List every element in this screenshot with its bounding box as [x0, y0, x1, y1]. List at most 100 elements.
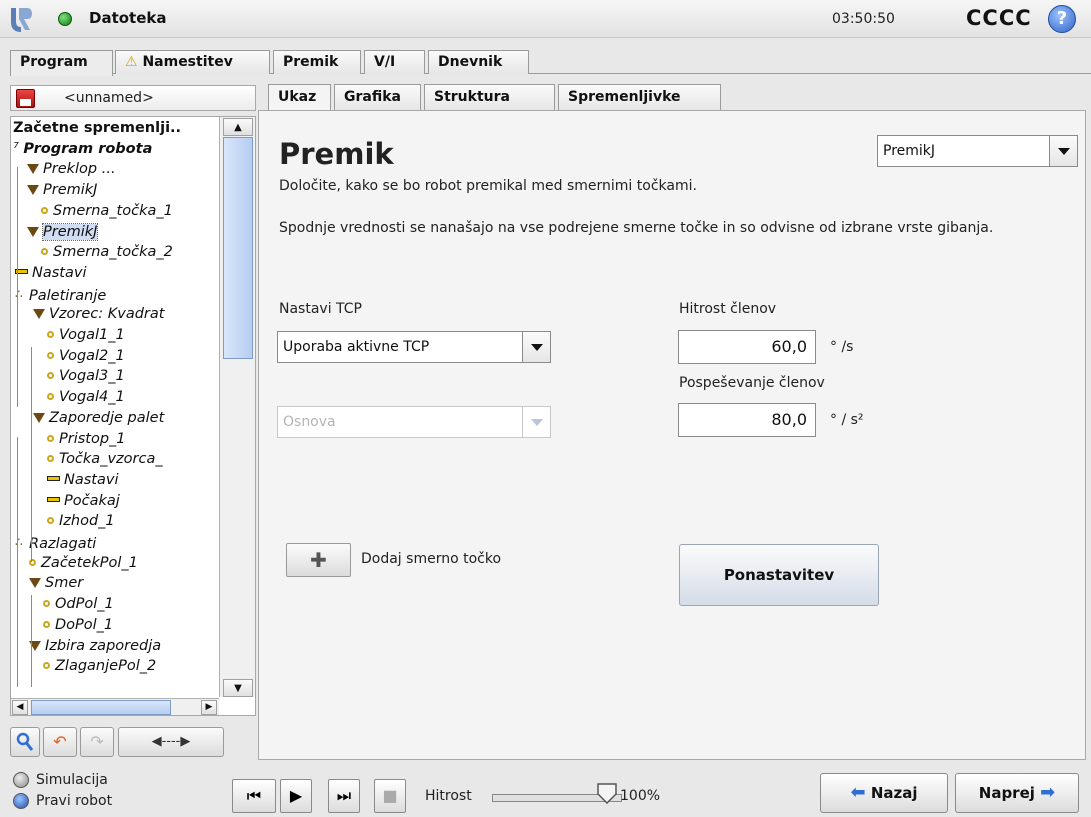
tree-node-label: Nastavi: [64, 471, 119, 488]
tree-node[interactable]: ⁷ Program robota: [13, 139, 152, 159]
search-button[interactable]: [10, 727, 40, 757]
feature-select[interactable]: Osnova: [277, 406, 551, 438]
search-icon: [16, 732, 34, 751]
tree-node[interactable]: Izhod_1: [47, 511, 115, 531]
tree-node-label: Preklop ...: [43, 161, 116, 178]
scroll-left-icon[interactable]: ◀: [12, 700, 28, 715]
tree-node[interactable]: Zaporedje palet: [33, 408, 164, 428]
save-icon[interactable]: [16, 89, 35, 108]
waypoint-icon: [47, 372, 54, 380]
tree-node-label: PremikJ: [41, 222, 99, 241]
tab-log[interactable]: Dnevnik: [428, 50, 529, 74]
next-button[interactable]: Naprej ➡: [955, 773, 1079, 813]
folder-triangle-icon: [33, 309, 45, 320]
tree-node-label: Smerna_točka_1: [53, 202, 173, 219]
subtab-command[interactable]: Ukaz: [268, 84, 331, 112]
tab-move-label: Premik: [283, 54, 339, 70]
tree-node[interactable]: ∴ Razlagati: [15, 532, 96, 552]
subtab-variables-label: Spremenljivke: [568, 89, 681, 105]
joint-accel-unit: ° / s²: [830, 412, 864, 428]
rewind-button[interactable]: ⏮: [232, 779, 276, 813]
add-waypoint-button[interactable]: ✚: [286, 543, 351, 577]
redo-button[interactable]: ↷: [80, 727, 114, 757]
speed-slider-thumb[interactable]: [596, 782, 618, 804]
resize-panel-button[interactable]: ◀----▶: [118, 727, 224, 757]
tree-node[interactable]: Smerna_točka_2: [41, 242, 173, 262]
back-button[interactable]: ⬅ Nazaj: [820, 773, 948, 813]
scroll-down-icon[interactable]: ▼: [223, 679, 253, 697]
tree-node[interactable]: ZlaganjePol_2: [43, 656, 156, 676]
subtab-graphics[interactable]: Grafika: [334, 84, 421, 110]
page-title: Premik: [279, 137, 394, 171]
tree-node[interactable]: Smer: [29, 573, 83, 593]
chevron-down-icon[interactable]: [1049, 136, 1077, 166]
undo-icon: ↶: [53, 732, 67, 751]
step-forward-icon: ⏭: [336, 786, 352, 805]
tree-node[interactable]: Vogal2_1: [47, 346, 125, 366]
tree-node[interactable]: DoPol_1: [43, 615, 113, 635]
move-type-select[interactable]: PremikJ: [877, 135, 1078, 167]
page-description: Spodnje vrednosti se nanašajo na vse pod…: [279, 220, 994, 236]
tree-node[interactable]: Vogal4_1: [47, 387, 125, 407]
hscroll-thumb[interactable]: [31, 700, 171, 715]
move-type-value: PremikJ: [883, 143, 936, 159]
tree-connector: [31, 595, 32, 687]
tree-node[interactable]: Nastavi: [15, 263, 86, 283]
play-button[interactable]: ▶: [280, 779, 312, 813]
tree-node[interactable]: ZačetekPol_1: [29, 553, 138, 573]
tab-program[interactable]: Program: [10, 50, 113, 76]
tree-horizontal-scrollbar[interactable]: ◀ ▶: [11, 698, 219, 715]
tree-node[interactable]: Vzorec: Kvadrat: [33, 304, 164, 324]
subtab-structure[interactable]: Struktura: [424, 84, 555, 110]
stop-button[interactable]: ■: [374, 779, 406, 813]
arrow-right-icon: ➡: [1040, 782, 1056, 803]
tree-node[interactable]: Izbira zaporedja: [29, 636, 161, 656]
simulation-radio[interactable]: [13, 772, 29, 788]
tree-node[interactable]: Vogal1_1: [47, 325, 125, 345]
joint-speed-field[interactable]: 60,0: [678, 330, 816, 364]
tree-node[interactable]: PremikJ: [27, 180, 97, 200]
tree-node-label: Vogal2_1: [59, 347, 125, 364]
tree-node[interactable]: Pristop_1: [47, 429, 126, 449]
tree-node[interactable]: Točka_vzorca_: [47, 449, 163, 469]
tab-installation[interactable]: ⚠ Namestitev: [115, 50, 270, 74]
play-icon: ▶: [289, 786, 303, 805]
next-label: Naprej: [978, 784, 1035, 802]
real-robot-radio[interactable]: [13, 793, 29, 809]
page-subtitle: Določite, kako se bo robot premikal med …: [279, 178, 697, 194]
tree-node[interactable]: Nastavi: [47, 470, 118, 490]
rewind-icon: ⏮: [246, 786, 262, 805]
undo-button[interactable]: ↶: [43, 727, 77, 757]
waypoint-icon: [47, 351, 54, 359]
tree-node[interactable]: Vogal3_1: [47, 366, 125, 386]
scroll-right-icon[interactable]: ▶: [201, 700, 217, 715]
tree-vertical-scrollbar[interactable]: ▲ ▼: [219, 117, 255, 697]
tab-io[interactable]: V/I: [364, 50, 425, 74]
chevron-down-icon[interactable]: [522, 332, 550, 362]
subtab-variables[interactable]: Spremenljivke: [558, 84, 721, 110]
scroll-thumb[interactable]: [223, 137, 253, 359]
tree-connector: [31, 347, 32, 562]
scroll-up-icon[interactable]: ▲: [223, 118, 253, 136]
tree-node[interactable]: Počakaj: [47, 491, 120, 511]
tree-node[interactable]: Smerna_točka_1: [41, 201, 173, 221]
tree-node[interactable]: ∴ Paletiranje: [15, 284, 106, 304]
reset-button[interactable]: Ponastavitev: [679, 544, 879, 606]
plus-icon: ✚: [310, 548, 327, 572]
tab-move[interactable]: Premik: [273, 50, 361, 74]
joint-accel-field[interactable]: 80,0: [678, 403, 816, 437]
tree-node[interactable]: OdPol_1: [43, 594, 114, 614]
tree-node[interactable]: PremikJ: [27, 222, 99, 242]
tree-node-label: Razlagati: [29, 536, 97, 552]
feature-value: Osnova: [283, 414, 336, 430]
file-menu[interactable]: Datoteka: [89, 9, 167, 27]
tree-connector: [17, 167, 18, 407]
tree-node[interactable]: Začetne spremenlji..: [13, 118, 181, 138]
tcp-select[interactable]: Uporaba aktivne TCP: [277, 331, 551, 363]
tree-node[interactable]: Preklop ...: [27, 159, 116, 179]
step-button[interactable]: ⏭: [328, 779, 360, 813]
waypoint-icon: [47, 517, 54, 525]
tree-node-label: DoPol_1: [55, 616, 114, 633]
tree-node-label: Smerna_točka_2: [53, 244, 173, 261]
help-button[interactable]: ?: [1048, 5, 1076, 33]
